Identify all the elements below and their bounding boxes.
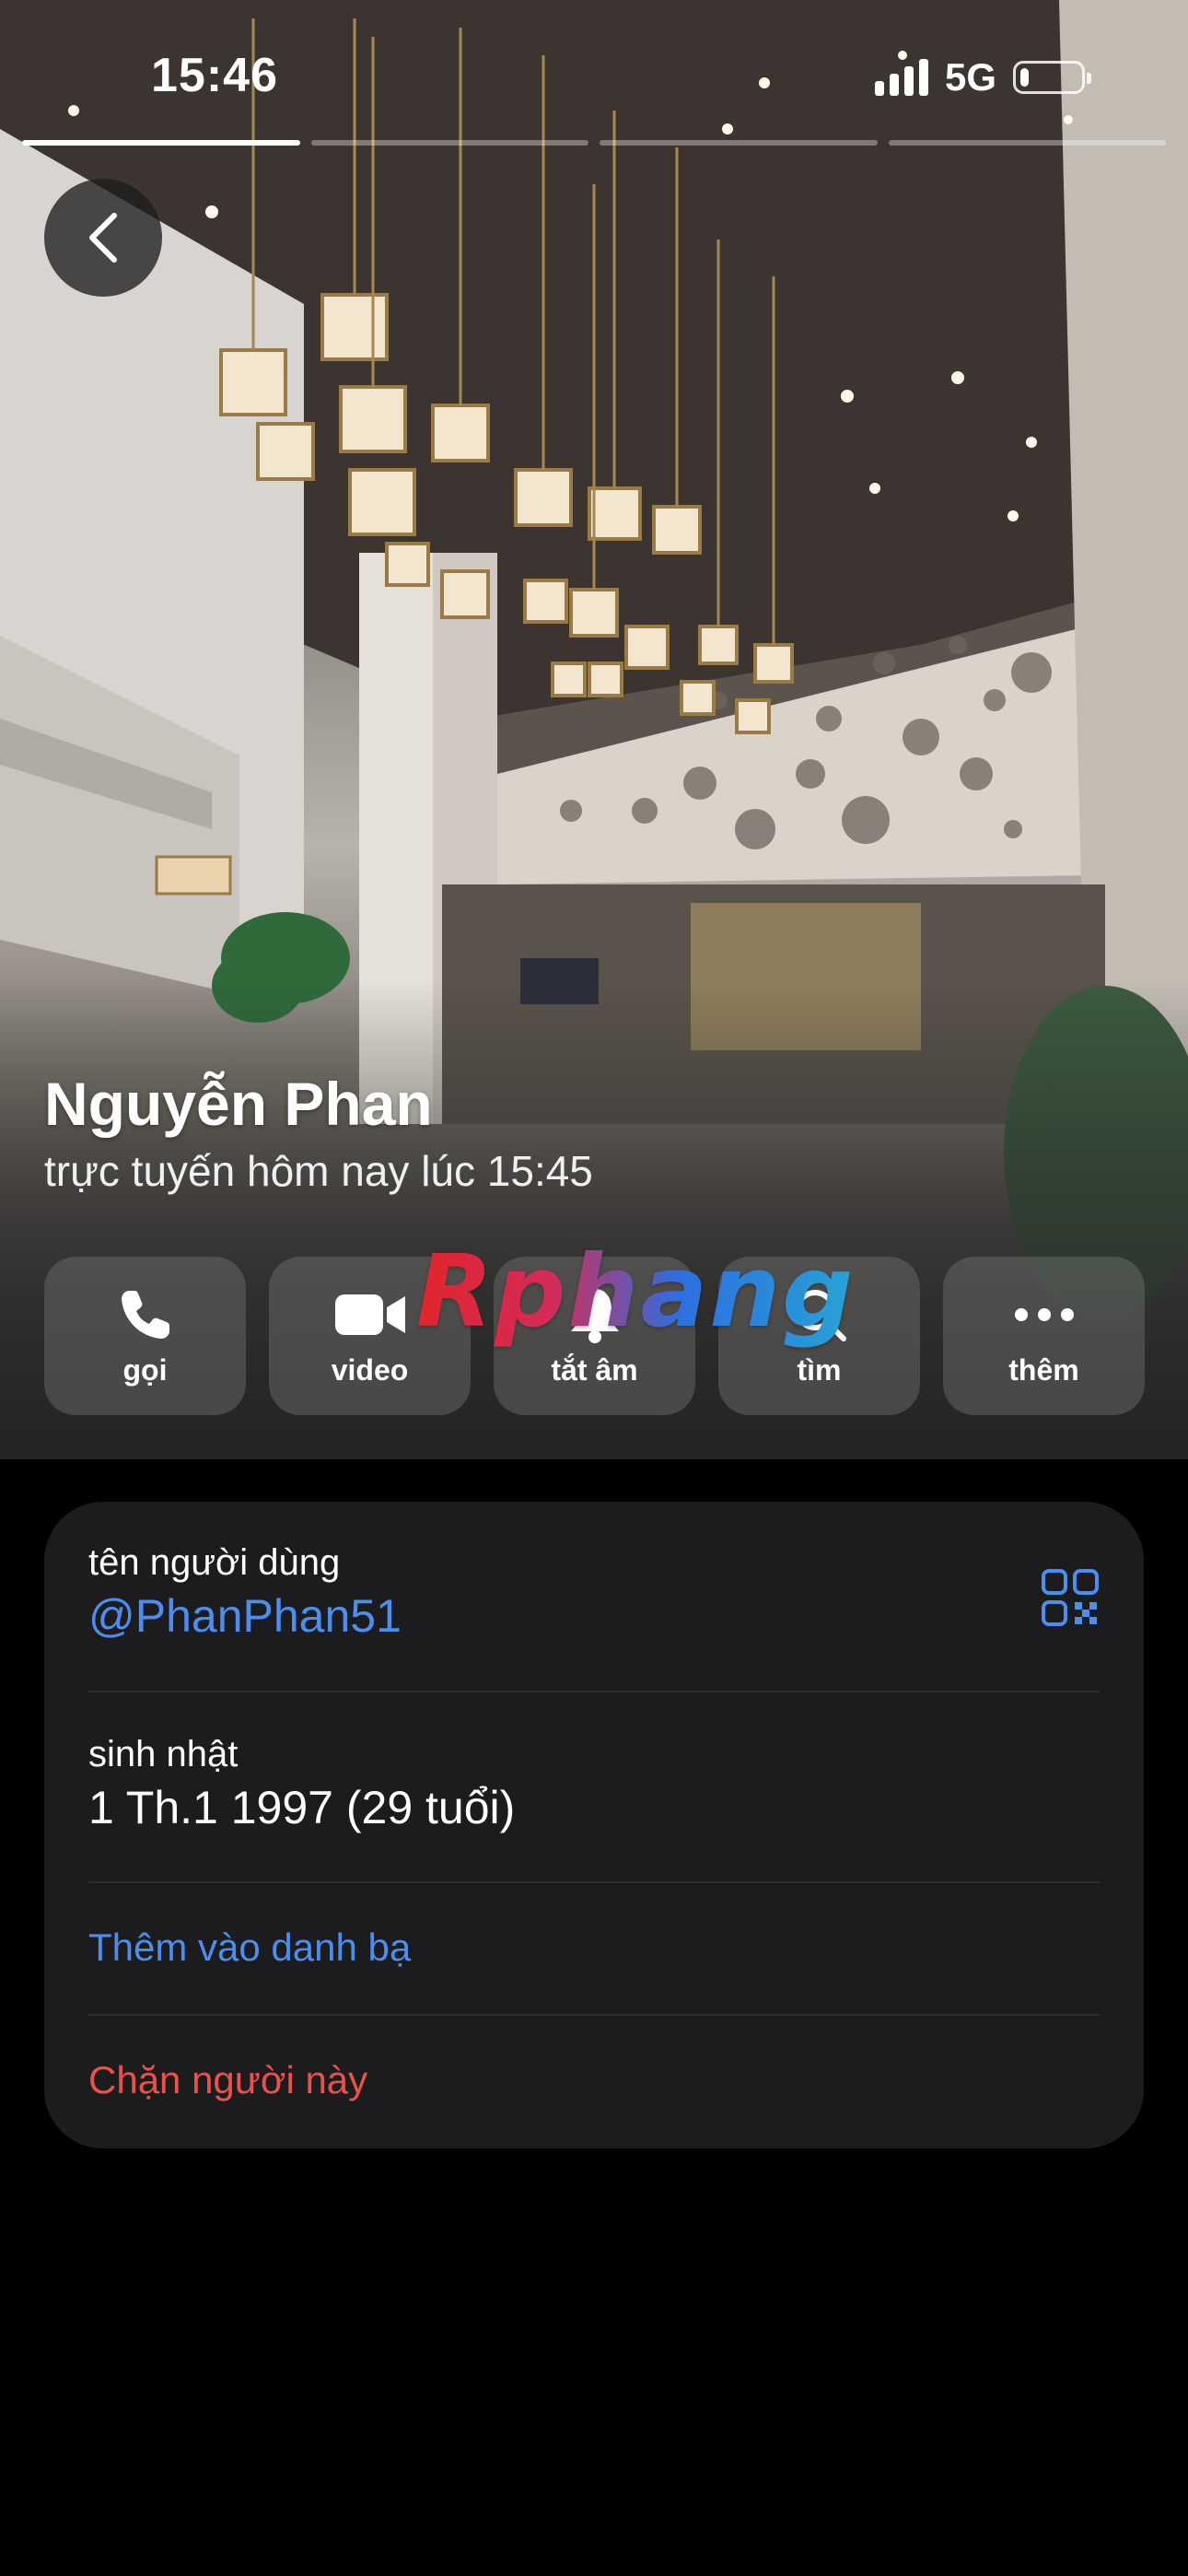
story-segment — [310, 140, 588, 146]
chevron-left-icon — [89, 213, 117, 263]
username-row[interactable]: tên người dùng @PhanPhan51 — [88, 1542, 1100, 1643]
more-label: thêm — [1008, 1352, 1079, 1387]
story-progress — [22, 140, 1166, 146]
watermark-logo: Rphang — [416, 1235, 856, 1350]
birthday-value: 1 Th.1 1997 (29 tuổi) — [88, 1782, 516, 1833]
network-type: 5G — [944, 55, 996, 99]
status-indicators: 5G — [874, 55, 1091, 100]
battery-level — [1020, 68, 1029, 87]
video-label: video — [331, 1352, 409, 1387]
phone-icon — [121, 1290, 169, 1339]
divider — [88, 1691, 1100, 1692]
mute-label: tắt âm — [551, 1352, 638, 1387]
video-camera-icon — [334, 1294, 405, 1335]
more-button[interactable]: thêm — [943, 1257, 1145, 1415]
profile-name: Nguyễn Phan — [44, 1070, 433, 1138]
qr-code-icon[interactable] — [1041, 1568, 1100, 1627]
call-button[interactable]: gọi — [44, 1257, 246, 1415]
block-user-button[interactable]: Chặn người này — [88, 2058, 1100, 2102]
birthday-row: sinh nhật 1 Th.1 1997 (29 tuổi) — [88, 1734, 1100, 1834]
add-to-contacts-button[interactable]: Thêm vào danh bạ — [88, 1926, 1100, 1970]
story-segment — [888, 140, 1166, 146]
call-label: gọi — [122, 1352, 168, 1387]
divider — [88, 2014, 1100, 2016]
search-label: tìm — [797, 1352, 842, 1387]
story-segment — [600, 140, 878, 146]
divider — [88, 1881, 1100, 1883]
story-segment — [22, 140, 300, 146]
birthday-label: sinh nhật — [88, 1734, 239, 1774]
info-card: tên người dùng @PhanPhan51 sinh nhật 1 T… — [44, 1502, 1144, 2149]
more-icon — [1014, 1307, 1074, 1321]
username-value[interactable]: @PhanPhan51 — [88, 1589, 1100, 1643]
status-time: 15:46 — [151, 49, 278, 102]
last-seen-status: trực tuyến hôm nay lúc 15:45 — [44, 1147, 593, 1195]
cellular-signal-icon — [874, 59, 928, 96]
battery-icon — [1013, 61, 1091, 94]
username-label: tên người dùng — [88, 1542, 341, 1583]
back-button[interactable] — [44, 179, 162, 297]
